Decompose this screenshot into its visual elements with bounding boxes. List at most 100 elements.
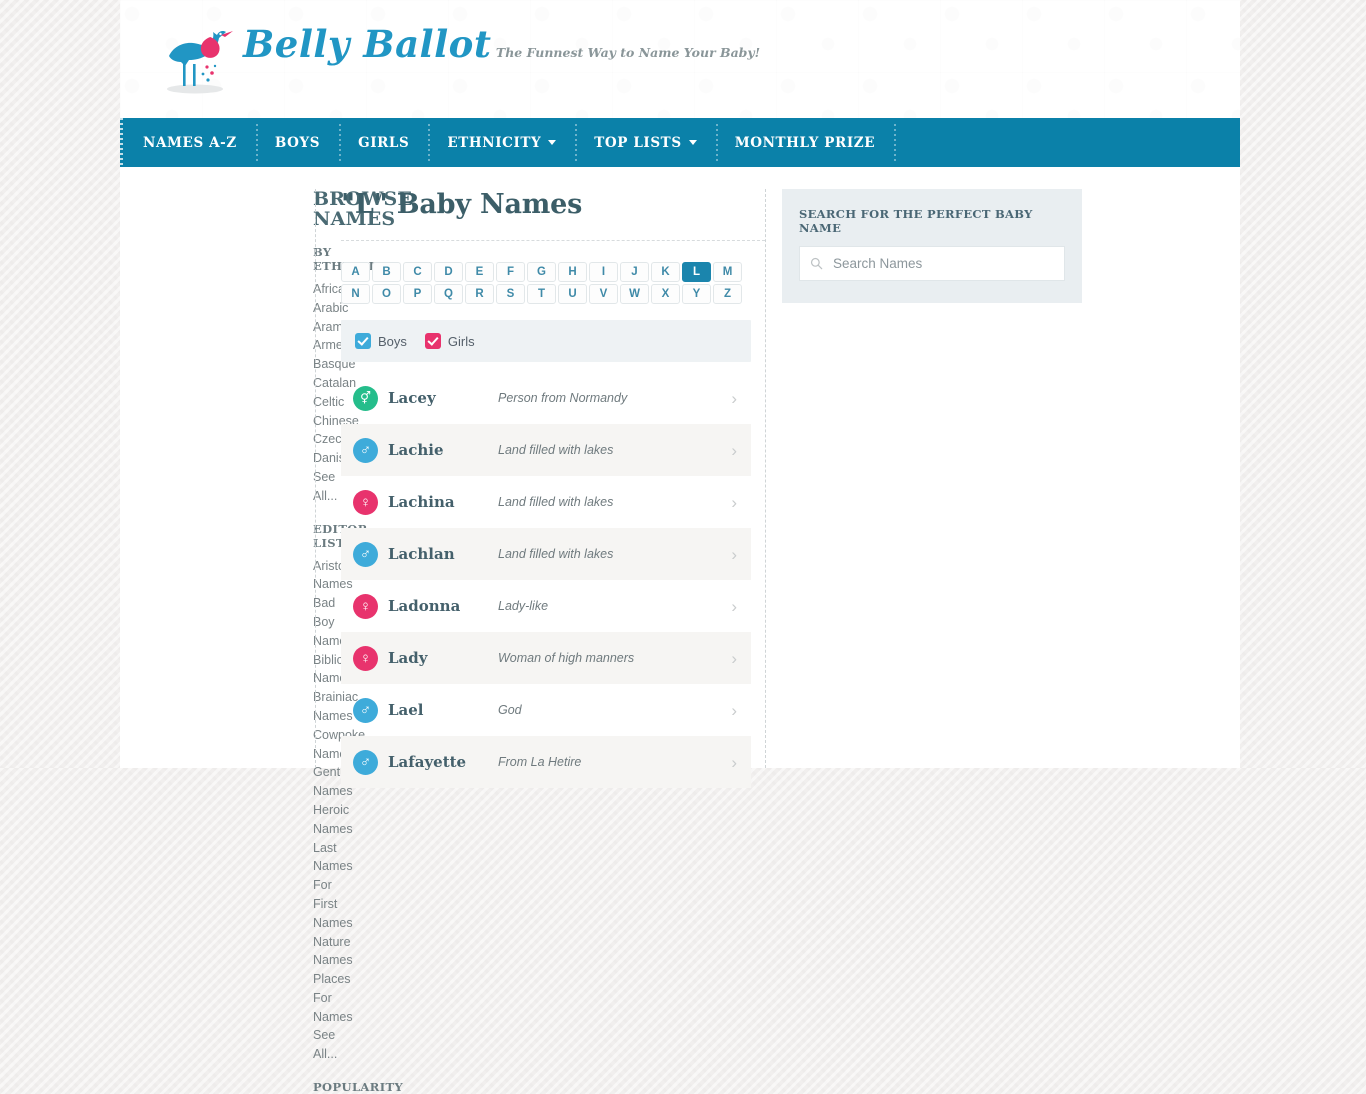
checkbox-boys-checked-icon[interactable] (355, 333, 371, 349)
alpha-link-w[interactable]: W (620, 284, 649, 304)
alpha-link-t[interactable]: T (527, 284, 556, 304)
name-row-lafayette[interactable]: ♂ Lafayette From La Hetire › (341, 736, 751, 788)
alpha-link-d[interactable]: D (434, 262, 463, 282)
site-logo[interactable]: Belly Ballot The Funnest Way to Name You… (155, 18, 760, 96)
browse-sidebar: BROWSE NAMES BY ETHNICITY African Arabic… (120, 189, 412, 1094)
sidebar-item-see-all-editor[interactable]: See All... (313, 1026, 337, 1064)
name-meaning: Land filled with lakes (498, 495, 614, 509)
name-results-list: ⚥ Lacey Person from Normandy › ♂ Lachie … (341, 372, 751, 788)
name-label: Lacey (388, 389, 436, 407)
alpha-link-u[interactable]: U (558, 284, 587, 304)
sidebar-item-places-for-names[interactable]: Places For Names (313, 970, 353, 1026)
name-row-ladonna[interactable]: ♀ Ladonna Lady-like › (341, 580, 751, 632)
sidebar-item-nature-names[interactable]: Nature Names (313, 933, 353, 971)
gender-filter-bar: Boys Girls (341, 320, 751, 362)
name-row-lael[interactable]: ♂ Lael God › (341, 684, 751, 736)
filter-boys-label: Boys (378, 333, 407, 349)
nav-item-girls[interactable]: GIRLS (339, 118, 428, 167)
name-meaning: Person from Normandy (498, 391, 628, 405)
alpha-link-c[interactable]: C (403, 262, 432, 282)
alpha-link-n[interactable]: N (341, 284, 370, 304)
nav-label: BOYS (274, 134, 321, 151)
site-header: Belly Ballot The Funnest Way to Name You… (120, 0, 1240, 118)
logo-tagline: The Funnest Way to Name Your Baby! (495, 45, 761, 60)
content-area: BROWSE NAMES BY ETHNICITY African Arabic… (120, 167, 1240, 1094)
chevron-down-icon (548, 140, 557, 145)
alpha-link-g[interactable]: G (527, 262, 556, 282)
nav-item-boys[interactable]: BOYS (255, 118, 339, 167)
name-row-lachie[interactable]: ♂ Lachie Land filled with lakes › (341, 424, 751, 476)
alpha-link-o[interactable]: O (372, 284, 401, 304)
name-row-lachlan[interactable]: ♂ Lachlan Land filled with lakes › (341, 528, 751, 580)
sidebar-heading-popularity: POPULARITY (313, 1080, 404, 1094)
filter-boys[interactable]: Boys (355, 333, 407, 349)
name-label: Lafayette (388, 753, 467, 771)
alpha-link-v[interactable]: V (589, 284, 618, 304)
male-symbol-icon: ♂ (353, 541, 378, 567)
alpha-link-j[interactable]: J (620, 262, 649, 282)
alpha-link-y[interactable]: Y (682, 284, 711, 304)
alpha-link-b[interactable]: B (372, 262, 401, 282)
checkbox-girls-checked-icon[interactable] (424, 333, 441, 349)
stork-with-bundle-icon (167, 31, 233, 94)
right-sidebar: SEARCH FOR THE PERFECT BABY NAME (765, 189, 1240, 768)
nav-label: ETHNICITY (447, 134, 542, 151)
page-title: "L" Baby Names (341, 189, 583, 220)
nav-item-ethnicity[interactable]: ETHNICITY (428, 118, 575, 167)
nav-label: MONTHLY PRIZE (734, 134, 876, 151)
search-input[interactable] (831, 255, 1064, 272)
logo-text-block: Belly Ballot The Funnest Way to Name You… (243, 18, 760, 63)
name-meaning: Land filled with lakes (498, 547, 614, 561)
alpha-link-f[interactable]: F (496, 262, 525, 282)
search-icon (810, 257, 823, 270)
male-symbol-icon: ♂ (353, 697, 378, 723)
alpha-link-p[interactable]: P (403, 284, 432, 304)
name-label: Lachlan (388, 545, 455, 563)
filter-girls-label: Girls (447, 333, 475, 349)
nav-item-top-lists[interactable]: TOP LISTS (575, 118, 715, 167)
search-panel: SEARCH FOR THE PERFECT BABY NAME (782, 189, 1082, 303)
nav-label: GIRLS (358, 134, 410, 151)
sidebar-item-heroic-names[interactable]: Heroic Names (313, 801, 353, 839)
chevron-right-icon: › (731, 700, 737, 720)
main-column: "L" Baby Names A B C D E F G H I J K L M… (315, 189, 765, 788)
alpha-link-z[interactable]: Z (713, 284, 742, 304)
page-container: Belly Ballot The Funnest Way to Name You… (120, 0, 1240, 1094)
name-row-lady[interactable]: ♀ Lady Woman of high manners › (341, 632, 751, 684)
alpha-link-q[interactable]: Q (434, 284, 463, 304)
female-symbol-icon: ♀ (353, 645, 378, 671)
name-label: Lael (388, 701, 424, 719)
name-label: Ladonna (388, 597, 461, 615)
alpha-link-k[interactable]: K (651, 262, 680, 282)
alpha-link-r[interactable]: R (465, 284, 494, 304)
nav-item-names-a-z[interactable]: NAMES A-Z (124, 118, 256, 167)
female-symbol-icon: ♀ (353, 489, 378, 515)
chevron-right-icon: › (731, 544, 737, 564)
alpha-link-h[interactable]: H (558, 262, 587, 282)
chevron-right-icon: › (731, 440, 737, 460)
female-symbol-icon: ♀ (353, 593, 378, 619)
sidebar-item-gentle-names[interactable]: Gentle Names (313, 763, 353, 801)
alpha-link-l[interactable]: L (682, 262, 711, 282)
name-row-lacey[interactable]: ⚥ Lacey Person from Normandy › (341, 372, 751, 424)
name-row-lachina[interactable]: ♀ Lachina Land filled with lakes › (341, 476, 751, 528)
chevron-right-icon: › (731, 596, 737, 616)
alpha-link-a[interactable]: A (341, 262, 370, 282)
name-meaning: Land filled with lakes (498, 443, 614, 457)
chevron-right-icon: › (731, 388, 737, 408)
search-field[interactable] (799, 246, 1065, 281)
alpha-link-x[interactable]: X (651, 284, 680, 304)
name-meaning: Woman of high manners (498, 651, 635, 665)
sidebar-item-last-names-for-first-names[interactable]: Last Names For First Names (313, 839, 353, 933)
main-navigation: NAMES A-Z BOYS GIRLS ETHNICITY TOP LISTS… (120, 118, 1240, 167)
chevron-right-icon: › (731, 492, 737, 512)
alpha-link-e[interactable]: E (465, 262, 494, 282)
nav-label: NAMES A-Z (143, 134, 237, 151)
search-panel-title: SEARCH FOR THE PERFECT BABY NAME (799, 207, 1033, 235)
alpha-link-s[interactable]: S (496, 284, 525, 304)
nav-item-monthly-prize[interactable]: MONTHLY PRIZE (715, 118, 897, 167)
filter-girls[interactable]: Girls (424, 333, 475, 349)
alpha-link-i[interactable]: I (589, 262, 618, 282)
alpha-link-m[interactable]: M (713, 262, 742, 282)
unisex-symbol-icon: ⚥ (353, 385, 378, 411)
